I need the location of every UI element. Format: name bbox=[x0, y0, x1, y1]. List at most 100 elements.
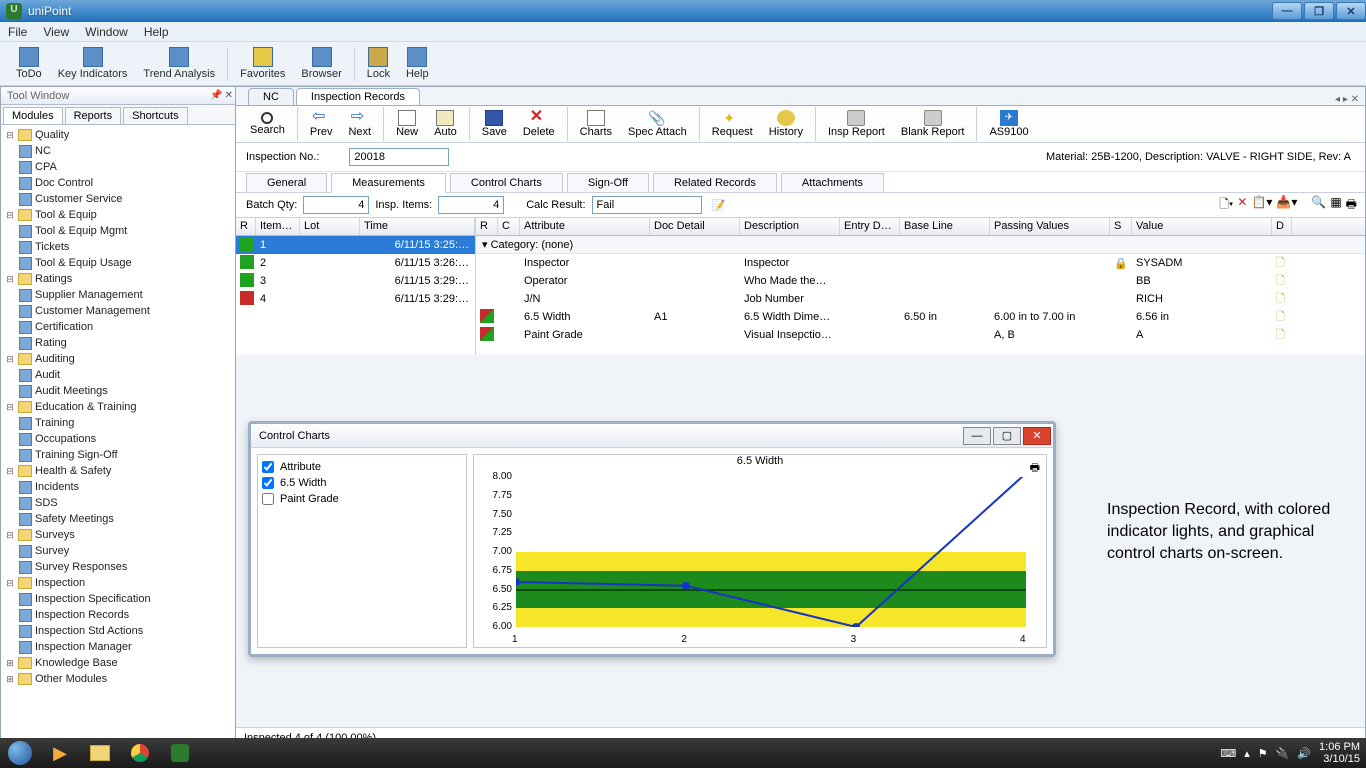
charts-button[interactable]: Charts bbox=[572, 108, 620, 140]
batch-qty-input[interactable] bbox=[303, 196, 369, 214]
attributes-grid[interactable]: RCAttributeDoc DetailDescriptionEntry D…… bbox=[476, 218, 1365, 355]
tool-window-close-icon[interactable]: ✕ bbox=[225, 90, 233, 101]
tree-folder[interactable]: ⊟Education & Training bbox=[5, 399, 233, 415]
item-row[interactable]: 26/11/15 3:26:… bbox=[236, 254, 475, 272]
delete-button[interactable]: ✕Delete bbox=[515, 108, 563, 140]
close-button[interactable]: ✕ bbox=[1336, 2, 1366, 20]
tree-item[interactable]: NC bbox=[19, 143, 233, 159]
tray-volume-icon[interactable]: 🔊 bbox=[1297, 747, 1311, 760]
tray-keyboard-icon[interactable]: ⌨ bbox=[1220, 747, 1236, 760]
key-indicators-button[interactable]: Key Indicators bbox=[50, 45, 136, 82]
tree-item[interactable]: Safety Meetings bbox=[19, 511, 233, 527]
prev-button[interactable]: ⇦Prev bbox=[302, 108, 341, 140]
blank-report-button[interactable]: Blank Report bbox=[893, 108, 973, 140]
delete-row-icon[interactable]: ✕ bbox=[1237, 195, 1247, 216]
tab-control-charts[interactable]: Control Charts bbox=[450, 173, 563, 192]
control-charts-window[interactable]: Control Charts — ▢ ✕ Attribute6.5 WidthP… bbox=[248, 421, 1056, 657]
tree-item[interactable]: Inspection Records bbox=[19, 607, 233, 623]
cc-maximize-button[interactable]: ▢ bbox=[993, 427, 1021, 445]
tab-shortcuts[interactable]: Shortcuts bbox=[123, 107, 187, 124]
tree-item[interactable]: SDS bbox=[19, 495, 233, 511]
copy-icon[interactable]: 📋▾ bbox=[1251, 195, 1272, 216]
tree-item[interactable]: Survey bbox=[19, 543, 233, 559]
module-tree[interactable]: ⊟QualityNCCPADoc ControlCustomer Service… bbox=[1, 125, 235, 747]
tab-related-records[interactable]: Related Records bbox=[653, 173, 777, 192]
save-button[interactable]: Save bbox=[474, 108, 515, 140]
tab-modules[interactable]: Modules bbox=[3, 107, 63, 124]
items-grid[interactable]: R Item… Lot Time 16/11/15 3:25:…26/11/15… bbox=[236, 218, 476, 355]
calc-icon[interactable]: 📝 bbox=[712, 199, 726, 212]
insp-items-input[interactable] bbox=[438, 196, 504, 214]
insp-report-button[interactable]: Insp Report bbox=[820, 108, 893, 140]
tree-folder[interactable]: ⊞Knowledge Base bbox=[5, 655, 233, 671]
trend-analysis-button[interactable]: Trend Analysis bbox=[135, 45, 223, 82]
doc-tab-nav[interactable]: ◂ ▸ ✕ bbox=[1335, 94, 1365, 105]
cc-minimize-button[interactable]: — bbox=[963, 427, 991, 445]
attribute-row[interactable]: 6.5 WidthA16.5 Width Dime…6.50 in6.00 in… bbox=[476, 308, 1365, 326]
tab-general[interactable]: General bbox=[246, 173, 327, 192]
menu-view[interactable]: View bbox=[43, 25, 69, 39]
tab-attachments[interactable]: Attachments bbox=[781, 173, 884, 192]
filter-icon[interactable]: 🔍 bbox=[1311, 195, 1326, 216]
tree-folder[interactable]: ⊟Inspection bbox=[5, 575, 233, 591]
tree-item[interactable]: Tool & Equip Mgmt bbox=[19, 223, 233, 239]
todo-button[interactable]: ToDo bbox=[8, 45, 50, 82]
doc-tab-inspection-records[interactable]: Inspection Records bbox=[296, 88, 420, 105]
maximize-button[interactable]: ❐ bbox=[1304, 2, 1334, 20]
grid-print-icon[interactable]: 🖶 bbox=[1346, 195, 1357, 216]
menu-help[interactable]: Help bbox=[144, 25, 169, 39]
tree-folder[interactable]: ⊟Auditing bbox=[5, 351, 233, 367]
cc-attr-item[interactable]: 6.5 Width bbox=[262, 475, 462, 491]
taskbar-explorer-icon[interactable] bbox=[80, 739, 120, 767]
attribute-row[interactable]: OperatorWho Made the…BB🗋 bbox=[476, 272, 1365, 290]
favorites-button[interactable]: Favorites bbox=[232, 45, 293, 82]
cc-attr-item[interactable]: Attribute bbox=[262, 459, 462, 475]
tree-item[interactable]: Audit bbox=[19, 367, 233, 383]
tree-item[interactable]: Training Sign-Off bbox=[19, 447, 233, 463]
taskbar-media-icon[interactable]: ▶ bbox=[40, 739, 80, 767]
tree-item[interactable]: Rating bbox=[19, 335, 233, 351]
tree-item[interactable]: Inspection Manager bbox=[19, 639, 233, 655]
cc-attr-item[interactable]: Paint Grade bbox=[262, 491, 462, 507]
as9100-button[interactable]: ✈AS9100 bbox=[981, 108, 1036, 140]
pin-icon[interactable]: 📌 bbox=[210, 90, 222, 101]
tree-item[interactable]: Training bbox=[19, 415, 233, 431]
tray-flag-icon[interactable]: ⚑ bbox=[1258, 747, 1268, 760]
spec-attach-button[interactable]: 📎Spec Attach bbox=[620, 108, 695, 140]
tree-folder[interactable]: ⊟Ratings bbox=[5, 271, 233, 287]
menu-window[interactable]: Window bbox=[85, 25, 128, 39]
tree-item[interactable]: Audit Meetings bbox=[19, 383, 233, 399]
paste-icon[interactable]: 📥▾ bbox=[1276, 195, 1297, 216]
minimize-button[interactable]: — bbox=[1272, 2, 1302, 20]
start-button[interactable] bbox=[0, 738, 40, 768]
new-row-icon[interactable]: 🗋▾ bbox=[1219, 195, 1233, 216]
tree-item[interactable]: Inspection Std Actions bbox=[19, 623, 233, 639]
tree-item[interactable]: Occupations bbox=[19, 431, 233, 447]
tree-item[interactable]: Doc Control bbox=[19, 175, 233, 191]
chart-print-icon[interactable]: 🖶 bbox=[1030, 459, 1040, 478]
tree-item[interactable]: Tool & Equip Usage bbox=[19, 255, 233, 271]
tree-item[interactable]: Incidents bbox=[19, 479, 233, 495]
tray-up-icon[interactable]: ▴ bbox=[1244, 747, 1250, 760]
tab-sign-off[interactable]: Sign-Off bbox=[567, 173, 649, 192]
tab-measurements[interactable]: Measurements bbox=[331, 173, 446, 193]
attribute-row[interactable]: InspectorInspector🔒SYSADM🗋 bbox=[476, 254, 1365, 272]
tree-item[interactable]: Certification bbox=[19, 319, 233, 335]
tray-power-icon[interactable]: 🔌 bbox=[1276, 747, 1290, 760]
tree-folder[interactable]: ⊞Other Modules bbox=[5, 671, 233, 687]
browser-button[interactable]: Browser bbox=[293, 45, 349, 82]
next-button[interactable]: ⇨Next bbox=[340, 108, 379, 140]
taskbar-chrome-icon[interactable] bbox=[120, 739, 160, 767]
tree-item[interactable]: Tickets bbox=[19, 239, 233, 255]
item-row[interactable]: 16/11/15 3:25:… bbox=[236, 236, 475, 254]
tree-folder[interactable]: ⊟Quality bbox=[5, 127, 233, 143]
item-row[interactable]: 36/11/15 3:29:… bbox=[236, 272, 475, 290]
inspection-no-input[interactable] bbox=[349, 148, 449, 166]
tab-reports[interactable]: Reports bbox=[65, 107, 122, 124]
cc-attribute-list[interactable]: Attribute6.5 WidthPaint Grade bbox=[257, 454, 467, 648]
help-button[interactable]: Help bbox=[398, 45, 437, 82]
new-button[interactable]: New bbox=[388, 108, 426, 140]
grid-export-icon[interactable]: ▦ bbox=[1330, 195, 1341, 216]
tree-item[interactable]: CPA bbox=[19, 159, 233, 175]
auto-button[interactable]: Auto bbox=[426, 108, 465, 140]
